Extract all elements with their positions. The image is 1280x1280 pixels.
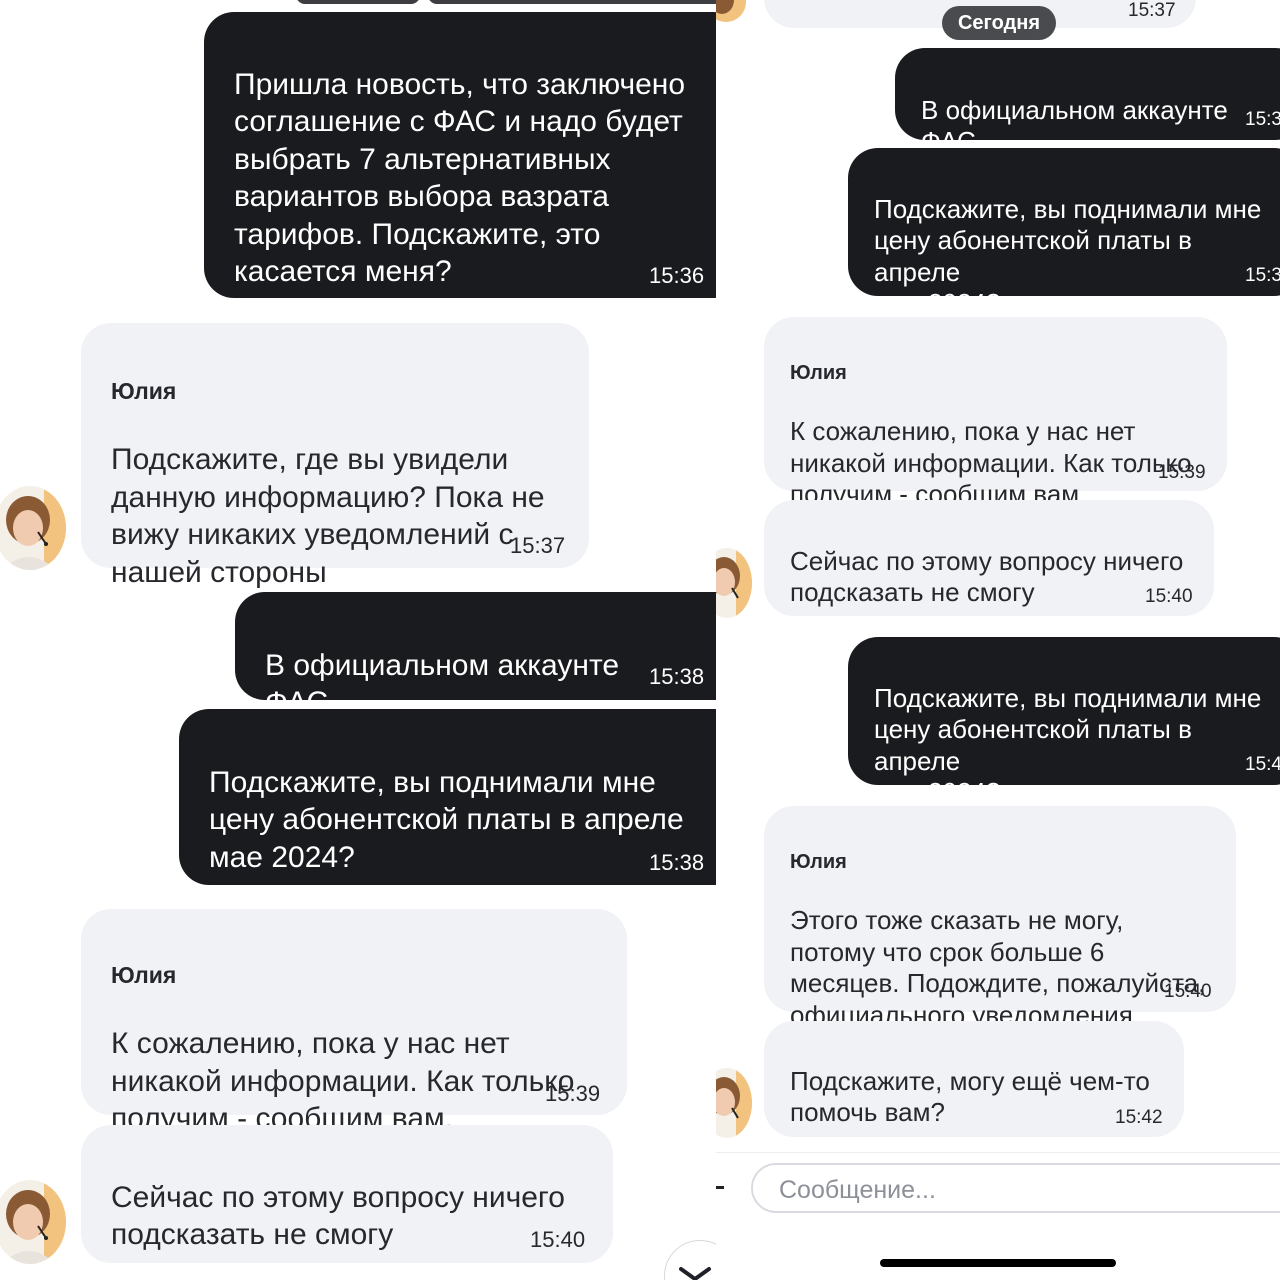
message-time: 15:40 [1245, 754, 1280, 775]
message-time: 15:38 [649, 850, 705, 875]
message-time: 15:39 [545, 1081, 601, 1106]
message-time: 15:42 [1115, 1107, 1163, 1128]
agent-avatar[interactable] [716, 1068, 752, 1138]
message-text: Сейчас по этому вопросу ничего подсказат… [790, 545, 1184, 608]
message-input[interactable]: Сообщение... [751, 1163, 1280, 1213]
outgoing-message[interactable]: Подскажите, вы поднимали мне цену абонен… [848, 637, 1280, 807]
message-text: Сейчас по этому вопросу ничего подсказат… [111, 1180, 565, 1252]
agent-avatar [716, 0, 746, 22]
message-text: К сожалению, пока у нас нет никакой инфо… [111, 1027, 575, 1135]
sender-name: Юлия [111, 377, 177, 404]
message-time: 15:38 [649, 664, 705, 689]
message-text: Подскажите, где вы увидели данную информ… [111, 443, 545, 589]
message-time: 15:36 [649, 263, 705, 288]
outgoing-message[interactable]: В официальном аккаунте ФАС 15:38 [895, 48, 1280, 156]
message-text: К сожалению, пока у нас нет никакой инфо… [790, 416, 1192, 509]
message-time: 15:39 [1158, 462, 1206, 483]
message-text: Подскажите, вы поднимали мне цену абонен… [874, 193, 1262, 319]
message-text: Подскажите, могу ещё чем-то помочь вам? [790, 1065, 1150, 1128]
message-time: 15:38 [1245, 109, 1280, 130]
message-time: 15:37 [510, 533, 566, 558]
message-text: Этого тоже сказать не могу, потому что с… [790, 905, 1206, 1030]
incoming-message[interactable]: Юлия Этого тоже сказать не могу, потому … [764, 806, 1236, 1030]
incoming-message[interactable]: Сейчас по этому вопросу ничего подсказат… [764, 500, 1214, 616]
chat-screenshot-right: 15:37 Сегодня В официальном аккаунте ФАС… [716, 0, 1280, 1280]
message-time: 15:40 [1145, 586, 1193, 607]
outgoing-message[interactable]: Подскажите, вы поднимали мне цену абонен… [848, 148, 1280, 318]
message-text: Пришла новость, что заключено соглашение… [234, 67, 686, 289]
home-indicator [880, 1259, 1116, 1267]
outgoing-message[interactable]: В официальном аккаунте ФАС 15:38 [235, 592, 716, 719]
scroll-down-button[interactable] [664, 1240, 716, 1280]
message-text: В официальном аккаунте ФАС [921, 94, 1228, 157]
outgoing-message[interactable]: Пришла новость, что заключено соглашение… [204, 12, 716, 298]
chevron-down-icon [679, 1267, 711, 1280]
cropped-element [296, 0, 420, 4]
agent-avatar[interactable] [0, 486, 66, 570]
message-time: 15:38 [1245, 265, 1280, 286]
agent-avatar[interactable] [716, 548, 752, 618]
incoming-message[interactable]: Юлия К сожалению, пока у нас нет никакой… [81, 909, 627, 1135]
sender-name: Юлия [111, 961, 177, 988]
dash-icon[interactable] [716, 1186, 724, 1189]
incoming-message[interactable]: Юлия К сожалению, пока у нас нет никакой… [764, 317, 1227, 509]
message-time: 15:40 [1164, 981, 1212, 1002]
message-text: Подскажите, вы поднимали мне цену абонен… [209, 765, 684, 874]
sender-name: Юлия [790, 850, 847, 873]
message-time: 15:40 [530, 1227, 586, 1252]
sender-name: Юлия [790, 361, 847, 384]
chat-screenshot-left: Пришла новость, что заключено соглашение… [0, 0, 716, 1280]
cropped-element [428, 0, 716, 4]
incoming-message[interactable]: Сейчас по этому вопросу ничего подсказат… [81, 1125, 613, 1263]
message-input-placeholder: Сообщение... [779, 1176, 936, 1204]
date-divider: Сегодня [942, 6, 1056, 40]
incoming-message[interactable]: Подскажите, могу ещё чем-то помочь вам? … [764, 1021, 1184, 1137]
outgoing-message[interactable]: Подскажите, вы поднимали мне цену абонен… [179, 709, 716, 885]
message-text: Подскажите, вы поднимали мне цену абонен… [874, 682, 1262, 808]
message-time: 15:37 [1128, 0, 1176, 21]
incoming-message[interactable]: Юлия Подскажите, где вы увидели данную и… [81, 323, 589, 589]
agent-avatar[interactable] [0, 1180, 66, 1264]
